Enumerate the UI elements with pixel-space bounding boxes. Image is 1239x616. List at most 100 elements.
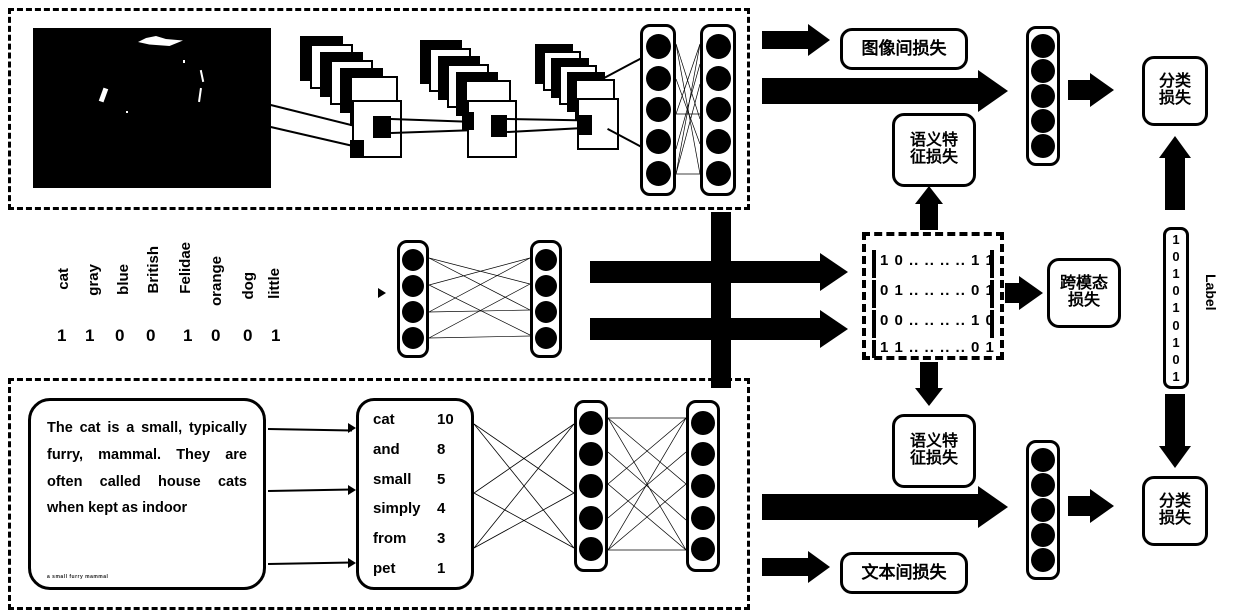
tag-input-arrow-icon [378,288,386,298]
freq-word: and [373,440,400,458]
node [645,129,671,155]
node [535,275,557,297]
tag-word: cat [55,268,72,290]
node [1031,134,1055,159]
node [645,65,671,91]
text-to-freq-arrow-2 [348,485,356,495]
label-to-classification-bottom-arrow [1159,394,1191,468]
node [579,473,603,498]
loss-line: 分类 [1158,73,1191,91]
tag-word: orange [208,256,225,307]
node [645,34,671,60]
loss-line: 损失 [1158,90,1191,107]
tag-value: 1 [57,326,67,345]
node [579,442,603,467]
node [535,327,557,349]
node [1031,548,1055,573]
loss-line: 损失 [1067,292,1100,309]
tag-fc-connections [429,257,530,339]
text-hash-vector [1026,440,1060,580]
node [1031,58,1055,83]
tag-to-hash-arrow-lower [590,310,848,348]
label-bit: 1 [1172,334,1180,350]
tag-value: 1 [85,326,95,345]
tag-fc-layer-1 [397,240,429,358]
imagehash-to-classification-arrow [1068,73,1114,107]
word-frequency-row: cat 10 [359,411,471,428]
hash-row: 0 1 .. .. .. .. 0 1 [880,282,995,299]
node [645,160,671,186]
loss-line: 跨模态 [1059,275,1108,293]
label-bit: 1 [1172,232,1180,248]
tag-word: blue [115,264,132,295]
node [705,65,731,91]
node [645,97,671,123]
diagram-canvas: cat gray blue British Felidae orange dog… [0,0,1239,616]
word-frequency-row: simply 4 [359,500,471,517]
loss-line: 分类 [1158,493,1191,511]
node [691,442,715,467]
label-bit: 0 [1172,351,1180,367]
loss-classification-top: 分类 损失 [1142,56,1208,126]
node [691,473,715,498]
tag-to-hash-arrow-upper [590,253,848,291]
freq-word: pet [373,559,396,577]
label-bit: 1 [1172,368,1180,384]
node [1031,472,1055,497]
freq-to-textfc-connections [474,423,574,549]
node [1031,497,1055,522]
text-fc-connections [608,417,686,551]
node [691,505,715,530]
node [1031,523,1055,548]
flow-junction-bar [711,212,731,388]
freq-word: small [373,470,412,488]
node [705,97,731,123]
loss-line: 征损失 [909,149,958,166]
node [691,410,715,435]
node [1031,109,1055,134]
loss-line: 文本间损失 [861,563,947,583]
label-bit: 0 [1172,317,1180,333]
node [535,249,557,271]
node [402,249,424,271]
tag-value: 1 [271,326,281,345]
node [1031,33,1055,58]
image-fc-layer-1 [640,24,676,196]
text-paragraph: The cat is a small, typically furry, mam… [47,420,247,517]
tag-value: 0 [243,326,253,345]
label-vector: 1 0 1 0 1 0 1 0 1 [1163,227,1189,389]
tag-word: gray [85,264,102,296]
text-to-freq-arrow-1 [348,423,356,433]
hash-to-crossmodal-arrow [1005,276,1043,310]
image-fc-connections [676,43,700,175]
text-fc-layer-2 [686,400,720,572]
word-frequency-row: pet 1 [359,560,471,577]
tag-value: 0 [146,326,156,345]
image-to-hashvector-arrow [762,70,1008,112]
hash-to-semantic-top-arrow [915,186,943,230]
tag-value: 1 [183,326,193,345]
text-to-texthash-arrow [762,486,1008,528]
loss-line: 征损失 [909,450,958,467]
freq-word: from [373,530,407,548]
node [579,537,603,562]
node [705,160,731,186]
node [1031,83,1055,108]
node [402,301,424,323]
label-bit: 0 [1172,249,1180,265]
loss-classification-bottom: 分类 损失 [1142,476,1208,546]
label-bit: 1 [1172,300,1180,316]
hash-row: 0 0 .. .. .. .. 1 0 [880,312,995,329]
tag-word: British [145,246,162,294]
label-caption: Label [1203,274,1219,311]
tag-word: dog [240,272,257,300]
node [402,327,424,349]
word-frequency-box: cat 10 and 8 small 5 simply 4 from 3 pet… [356,398,474,590]
text-paragraph-box: The cat is a small, typically furry, mam… [28,398,266,590]
word-frequency-row: small 5 [359,471,471,488]
loss-line: 语义特 [909,433,958,451]
node [535,301,557,323]
tag-fc-layer-2 [530,240,562,358]
loss-text-inter: 文本间损失 [840,552,968,594]
loss-line: 图像间损失 [861,39,947,59]
